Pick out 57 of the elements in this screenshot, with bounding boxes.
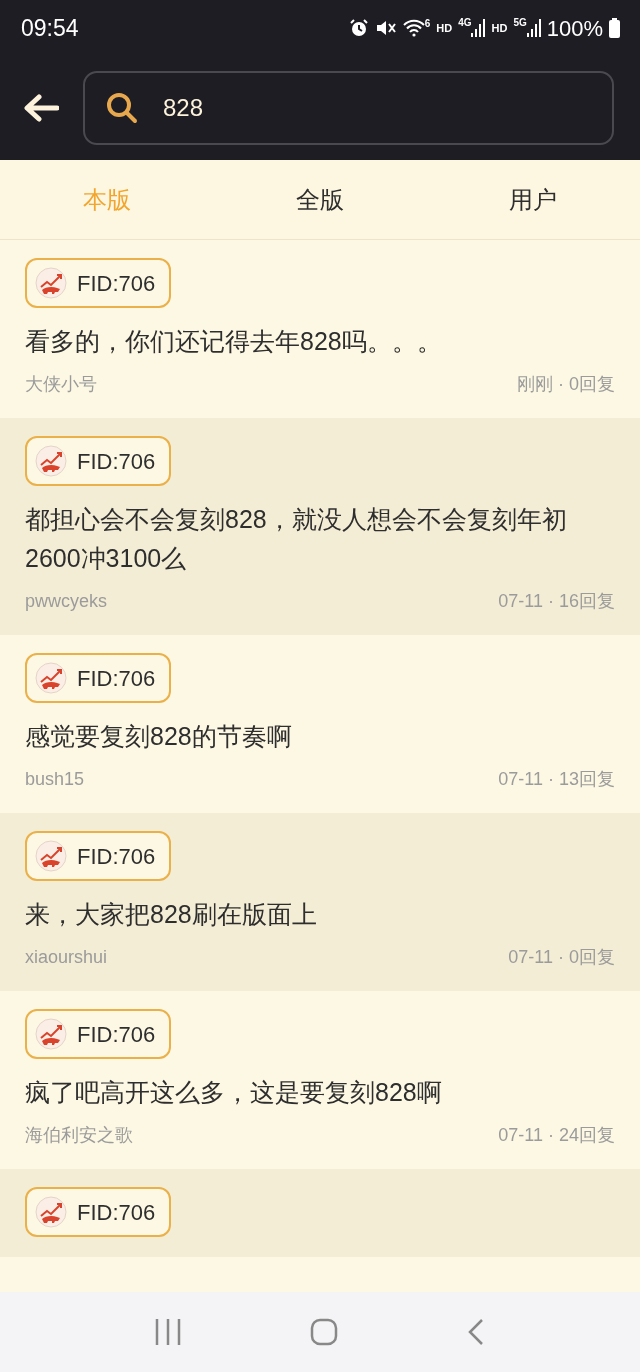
search-field[interactable]: 828 <box>83 71 614 145</box>
wifi-label: 6 <box>424 19 431 29</box>
post-meta: 07-11 · 0回复 <box>508 946 615 969</box>
tab[interactable]: 全版 <box>213 160 427 239</box>
post-meta: 07-11 · 16回复 <box>498 590 615 613</box>
forum-id: FID:706 <box>77 664 156 693</box>
forum-badge[interactable]: FID:706 <box>25 436 172 486</box>
battery-icon <box>609 18 620 38</box>
wifi-icon <box>402 19 425 37</box>
author-name: 海伯利安之歌 <box>25 1124 133 1147</box>
battery-percent: 100% <box>546 14 603 43</box>
bull-chart-icon <box>35 1196 67 1228</box>
bull-chart-icon <box>35 662 67 694</box>
post-meta: 刚刚 · 0回复 <box>517 373 615 396</box>
forum-id: FID:706 <box>77 842 156 871</box>
forum-id: FID:706 <box>77 269 156 298</box>
mute-icon <box>374 18 397 38</box>
forum-badge[interactable]: FID:706 <box>25 1187 172 1237</box>
alarm-icon <box>348 18 369 38</box>
post-title: 感觉要复刻828的节奏啊 <box>25 721 293 752</box>
tab[interactable]: 用户 <box>426 160 640 239</box>
post-item[interactable]: FID:706 <box>0 1169 640 1257</box>
network-label: 5G <box>513 18 527 28</box>
post-item[interactable]: FID:706 来，大家把828刷在版面上 xiaourshui 07-11 · 0回复 <box>0 813 640 991</box>
post-title: 来，大家把828刷在版面上 <box>25 899 318 930</box>
search-icon <box>105 91 139 125</box>
post-item[interactable]: FID:706 都担心会不会复刻828，就没人想会不会复刻年初2600冲3100么 pwwcyeks 07-11 · 16回复 <box>0 418 640 635</box>
bull-chart-icon <box>35 1018 67 1050</box>
back-icon[interactable] <box>467 1318 486 1346</box>
post-title: 看多的，你们还记得去年828吗。。。 <box>25 326 443 357</box>
post-meta: 07-11 · 13回复 <box>498 768 615 791</box>
hd-label: HD <box>491 20 508 36</box>
forum-id: FID:706 <box>77 1020 156 1049</box>
author-name: xiaourshui <box>25 946 108 969</box>
forum-badge[interactable]: FID:706 <box>25 258 172 308</box>
recent-apps-icon[interactable] <box>154 1318 181 1346</box>
home-icon[interactable] <box>310 1318 338 1346</box>
author-name: 大侠小号 <box>25 373 97 396</box>
clock-time: 09:54 <box>21 13 79 43</box>
post-meta: 07-11 · 24回复 <box>498 1124 615 1147</box>
author-name: pwwcyeks <box>25 590 108 613</box>
forum-id: FID:706 <box>77 447 156 476</box>
post-title: 疯了吧高开这么多，这是要复刻828啊 <box>25 1077 443 1108</box>
forum-badge[interactable]: FID:706 <box>25 831 172 881</box>
hd-label: HD <box>436 20 453 36</box>
network-label: 4G <box>458 18 472 28</box>
forum-id: FID:706 <box>77 1198 156 1227</box>
bull-chart-icon <box>35 445 67 477</box>
back-arrow-icon[interactable] <box>24 94 59 122</box>
signal-icon <box>526 18 541 38</box>
forum-badge[interactable]: FID:706 <box>25 653 172 703</box>
author-name: bush15 <box>25 768 85 791</box>
signal-icon <box>471 18 486 38</box>
forum-badge[interactable]: FID:706 <box>25 1009 172 1059</box>
bull-chart-icon <box>35 267 67 299</box>
post-title: 都担心会不会复刻828，就没人想会不会复刻年初2600冲3100么 <box>25 504 568 574</box>
bull-chart-icon <box>35 840 67 872</box>
